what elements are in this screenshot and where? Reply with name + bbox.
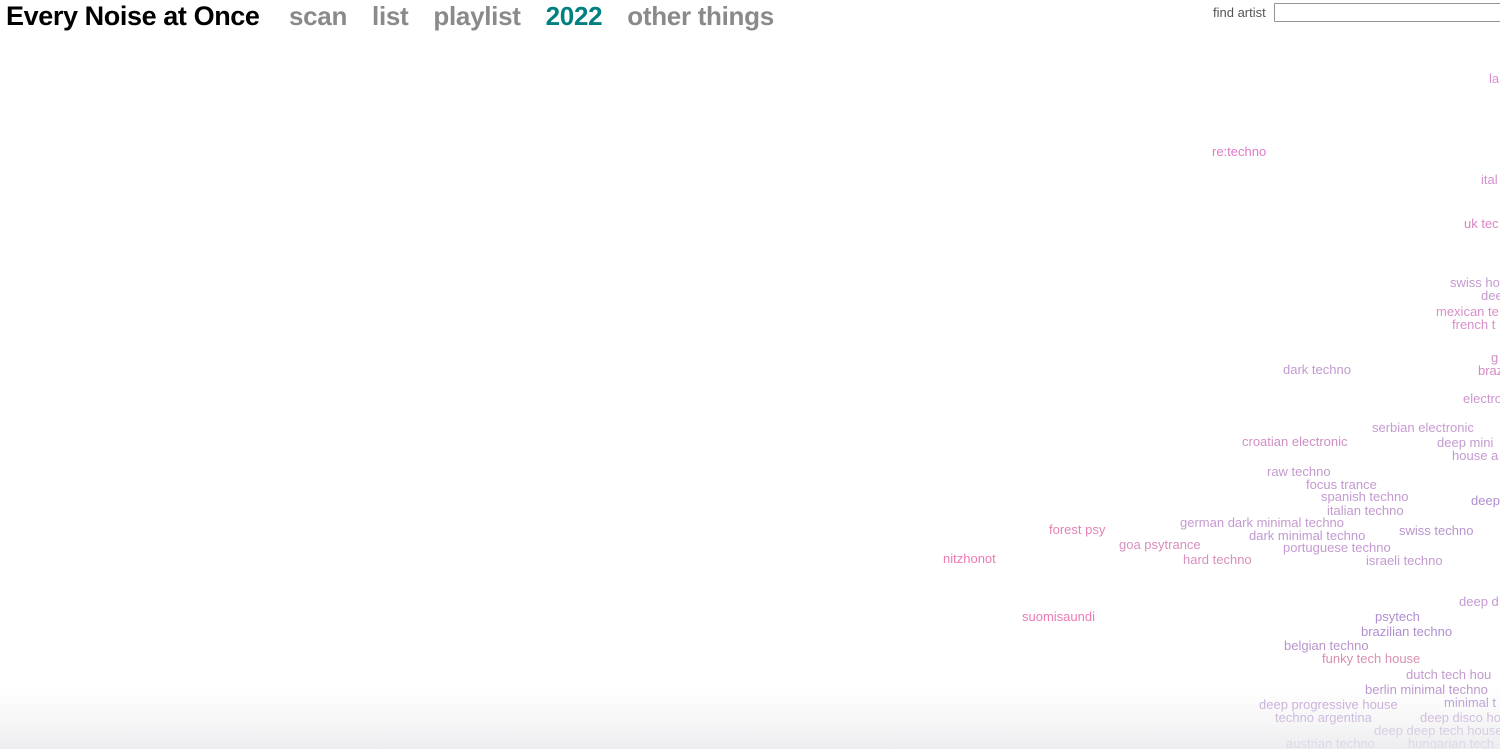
genre-label[interactable]: goa psytrance — [1119, 538, 1201, 551]
genre-label[interactable]: ital — [1481, 173, 1498, 186]
genre-label[interactable]: electro — [1463, 392, 1500, 405]
genre-label[interactable]: hungarian tech — [1408, 737, 1494, 749]
nav-link-playlist[interactable]: playlist — [433, 3, 521, 29]
genre-label[interactable]: deep d — [1459, 595, 1499, 608]
genre-label[interactable]: serbian electronic — [1372, 421, 1474, 434]
genre-label[interactable]: techno argentina — [1275, 711, 1372, 724]
genre-label[interactable]: minimal t — [1444, 696, 1496, 709]
genre-label[interactable]: spanish techno — [1321, 490, 1408, 503]
site-title: Every Noise at Once — [6, 1, 260, 31]
genre-label[interactable]: forest psy — [1049, 523, 1105, 536]
genre-label[interactable]: croatian electronic — [1242, 435, 1348, 448]
genre-label[interactable]: hard techno — [1183, 553, 1252, 566]
nav-link-scan[interactable]: scan — [289, 3, 347, 29]
genre-label[interactable]: dee — [1481, 289, 1500, 302]
genre-label[interactable]: uk tec — [1464, 217, 1499, 230]
genre-label[interactable]: israeli techno — [1366, 554, 1443, 567]
genre-label[interactable]: dark techno — [1283, 363, 1351, 376]
genre-label[interactable]: brazilian techno — [1361, 625, 1452, 638]
site-header: Every Noise at Once scan list playlist 2022… — [0, 0, 1500, 42]
genre-label[interactable]: house a — [1452, 449, 1498, 462]
nav-link-other-things[interactable]: other things — [627, 3, 774, 29]
genre-map-canvas: lare:technoitaluk tecswiss houdeemexican… — [0, 0, 1500, 749]
nav-link-2022[interactable]: 2022 — [546, 3, 603, 29]
genre-label[interactable]: braz — [1478, 364, 1500, 377]
genre-label[interactable]: psytech — [1375, 610, 1420, 623]
genre-label[interactable]: swiss techno — [1399, 524, 1473, 537]
genre-label[interactable]: re:techno — [1212, 145, 1266, 158]
nav-link-list[interactable]: list — [372, 3, 409, 29]
genre-label[interactable]: funky tech house — [1322, 652, 1420, 665]
genre-label[interactable]: nitzhonot — [943, 552, 996, 565]
find-artist-input[interactable] — [1274, 3, 1500, 22]
genre-label[interactable]: french t — [1452, 318, 1495, 331]
main-navigation: Every Noise at Once scan list playlist 2022… — [6, 3, 774, 30]
genre-label[interactable]: deep — [1471, 494, 1500, 507]
genre-label[interactable]: dutch tech hou — [1406, 668, 1491, 681]
find-artist-label: find artist — [1213, 5, 1266, 20]
genre-label[interactable]: la — [1489, 72, 1499, 85]
genre-label[interactable]: austrian techno — [1286, 737, 1375, 749]
genre-label[interactable]: suomisaundi — [1022, 610, 1095, 623]
